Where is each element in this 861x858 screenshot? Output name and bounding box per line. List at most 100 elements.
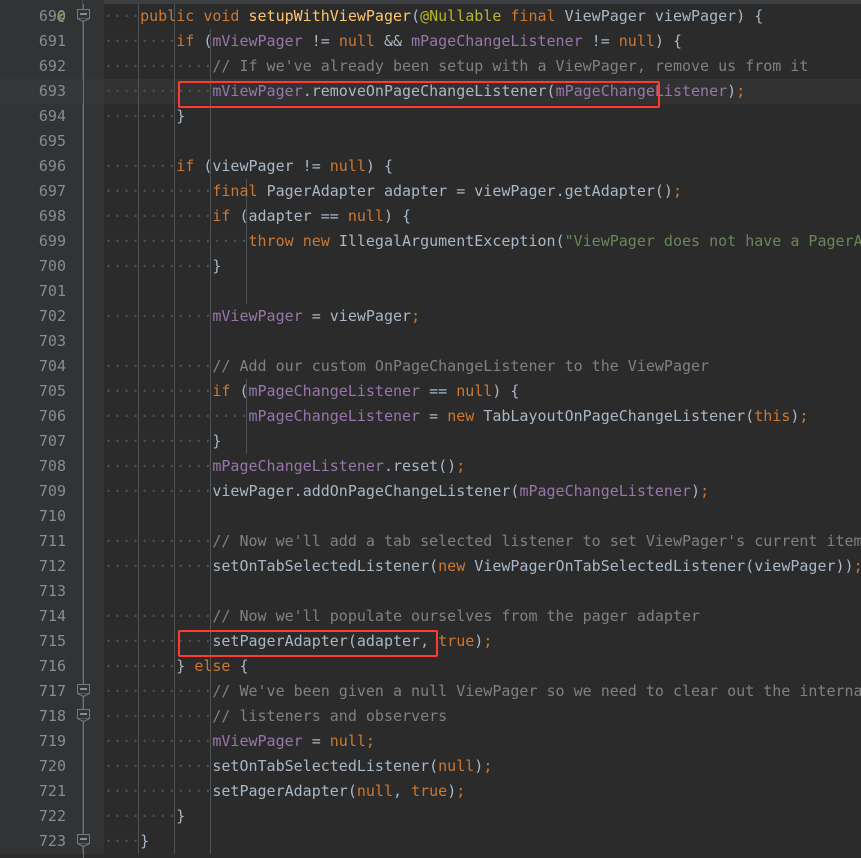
code-line[interactable]: 701 [0, 279, 861, 304]
code-line[interactable]: 695 [0, 129, 861, 154]
code-text[interactable]: ············// listeners and observers [104, 704, 447, 729]
code-text[interactable]: ············viewPager.addOnPageChangeLis… [104, 479, 709, 504]
line-number[interactable]: 713 [0, 579, 66, 604]
code-line[interactable]: 712 ············setOnTabSelectedListener(… [0, 554, 861, 579]
code-text[interactable]: ············// Add our custom OnPageChan… [104, 354, 709, 379]
line-number[interactable]: 699 [0, 229, 66, 254]
code-line[interactable]: 710 [0, 504, 861, 529]
line-number[interactable]: 696 [0, 154, 66, 179]
code-line[interactable]: 708 ············mPageChangeListener.reset… [0, 454, 861, 479]
code-line[interactable]: 711 ············// Now we'll add a tab se… [0, 529, 861, 554]
code-line[interactable]: 721 ············setPagerAdapter(null, tru… [0, 779, 861, 804]
code-text[interactable]: ····} [104, 829, 149, 854]
code-text[interactable]: ············setPagerAdapter(null, true); [104, 779, 465, 804]
code-line[interactable]: 703 [0, 329, 861, 354]
code-text[interactable]: ············mPageChangeListener.reset(); [104, 454, 465, 479]
line-number[interactable]: 704 [0, 354, 66, 379]
line-number[interactable]: 714 [0, 604, 66, 629]
annotation-marker-icon[interactable]: @ [50, 4, 72, 29]
code-text[interactable]: ············// If we've already been set… [104, 54, 808, 79]
line-number[interactable]: 717 [0, 679, 66, 704]
code-line[interactable]: 699 ················throw new IllegalArgu… [0, 229, 861, 254]
code-text[interactable]: ············if (adapter == null) { [104, 204, 411, 229]
code-line[interactable]: 722 ········} [0, 804, 861, 829]
line-number[interactable]: 692 [0, 54, 66, 79]
code-line[interactable]: 715 ············setPagerAdapter(adapter, … [0, 629, 861, 654]
code-text[interactable]: ············mViewPager.removeOnPageChang… [104, 79, 745, 104]
code-text[interactable]: ············if (mPageChangeListener == n… [104, 379, 519, 404]
code-text[interactable]: ········} else { [104, 654, 249, 679]
code-line[interactable]: 697 ············final PagerAdapter adapte… [0, 179, 861, 204]
code-line[interactable]: 714 ············// Now we'll populate our… [0, 604, 861, 629]
code-text[interactable]: ········if (viewPager != null) { [104, 154, 393, 179]
code-line[interactable]: 691 ········if (mViewPager != null && mPa… [0, 29, 861, 54]
code-text[interactable]: ············mViewPager = viewPager; [104, 304, 420, 329]
code-text[interactable]: ············final PagerAdapter adapter =… [104, 179, 682, 204]
line-number[interactable]: 709 [0, 479, 66, 504]
line-number[interactable]: 718 [0, 704, 66, 729]
code-line[interactable]: 713 [0, 579, 861, 604]
fold-minus-icon[interactable] [77, 684, 90, 697]
line-number[interactable]: 706 [0, 404, 66, 429]
code-line[interactable]: 723 ····} [0, 829, 861, 854]
code-line[interactable]: 705 ············if (mPageChangeListener =… [0, 379, 861, 404]
code-line[interactable]: 719 ············mViewPager = null; [0, 729, 861, 754]
line-number[interactable]: 711 [0, 529, 66, 554]
line-number[interactable]: 715 [0, 629, 66, 654]
code-text[interactable]: ············// We've been given a null V… [104, 679, 861, 704]
fold-minus-icon[interactable] [77, 834, 90, 847]
code-text[interactable]: ················throw new IllegalArgumen… [104, 229, 861, 254]
code-line[interactable]: 716 ········} else { [0, 654, 861, 679]
line-number[interactable]: 720 [0, 754, 66, 779]
code-text[interactable]: ········if (mViewPager != null && mPageC… [104, 29, 682, 54]
line-number[interactable]: 695 [0, 129, 66, 154]
code-line[interactable]: 693 ············mViewPager.removeOnPageCh… [0, 79, 861, 104]
code-line[interactable]: 717 ············// We've been given a nul… [0, 679, 861, 704]
code-text[interactable]: ············setOnTabSelectedListener(new… [104, 554, 861, 579]
code-text[interactable]: ········} [104, 104, 185, 129]
code-text[interactable]: ············} [104, 254, 221, 279]
code-line[interactable]: 700 ············} [0, 254, 861, 279]
fold-minus-icon[interactable] [77, 709, 90, 722]
code-text[interactable]: ············} [104, 429, 221, 454]
line-number[interactable]: 693 [0, 79, 66, 104]
code-line[interactable]: 709 ············viewPager.addOnPageChange… [0, 479, 861, 504]
code-line[interactable]: 718 ············// listeners and observer… [0, 704, 861, 729]
line-number[interactable]: 723 [0, 829, 66, 854]
line-number[interactable]: 703 [0, 329, 66, 354]
line-number[interactable]: 721 [0, 779, 66, 804]
line-number[interactable]: 712 [0, 554, 66, 579]
code-line[interactable]: 698 ············if (adapter == null) { [0, 204, 861, 229]
line-number[interactable]: 707 [0, 429, 66, 454]
line-number[interactable]: 708 [0, 454, 66, 479]
code-text[interactable]: ················mPageChangeListener = ne… [104, 404, 808, 429]
code-text[interactable]: ········} [104, 804, 185, 829]
code-text[interactable]: ············// Now we'll populate oursel… [104, 604, 700, 629]
line-number[interactable]: 719 [0, 729, 66, 754]
code-text[interactable]: ············mViewPager = null; [104, 729, 375, 754]
code-line[interactable]: 704 ············// Add our custom OnPageC… [0, 354, 861, 379]
line-number[interactable]: 697 [0, 179, 66, 204]
code-editor[interactable]: 690 @ ····public void setupWithViewPager(@… [0, 0, 861, 858]
code-line[interactable]: 707 ············} [0, 429, 861, 454]
line-number[interactable]: 716 [0, 654, 66, 679]
code-line[interactable]: 696 ········if (viewPager != null) { [0, 154, 861, 179]
line-number[interactable]: 705 [0, 379, 66, 404]
code-line[interactable]: 694 ········} [0, 104, 861, 129]
code-text[interactable]: ············// Now we'll add a tab selec… [104, 529, 861, 554]
line-number[interactable]: 700 [0, 254, 66, 279]
code-line[interactable]: 690 @ ····public void setupWithViewPager(@… [0, 4, 861, 29]
line-number[interactable]: 691 [0, 29, 66, 54]
line-number[interactable]: 710 [0, 504, 66, 529]
fold-minus-icon[interactable] [77, 9, 90, 22]
code-text[interactable]: ····public void setupWithViewPager(@Null… [104, 4, 763, 29]
code-text[interactable]: ············setPagerAdapter(adapter, tru… [104, 629, 492, 654]
line-number[interactable]: 698 [0, 204, 66, 229]
line-number[interactable]: 722 [0, 804, 66, 829]
code-text[interactable]: ············setOnTabSelectedListener(nul… [104, 754, 492, 779]
code-line[interactable]: 702 ············mViewPager = viewPager; [0, 304, 861, 329]
code-line[interactable]: 692 ············// If we've already been … [0, 54, 861, 79]
code-line[interactable]: 706 ················mPageChangeListener =… [0, 404, 861, 429]
line-number[interactable]: 701 [0, 279, 66, 304]
line-number[interactable]: 702 [0, 304, 66, 329]
